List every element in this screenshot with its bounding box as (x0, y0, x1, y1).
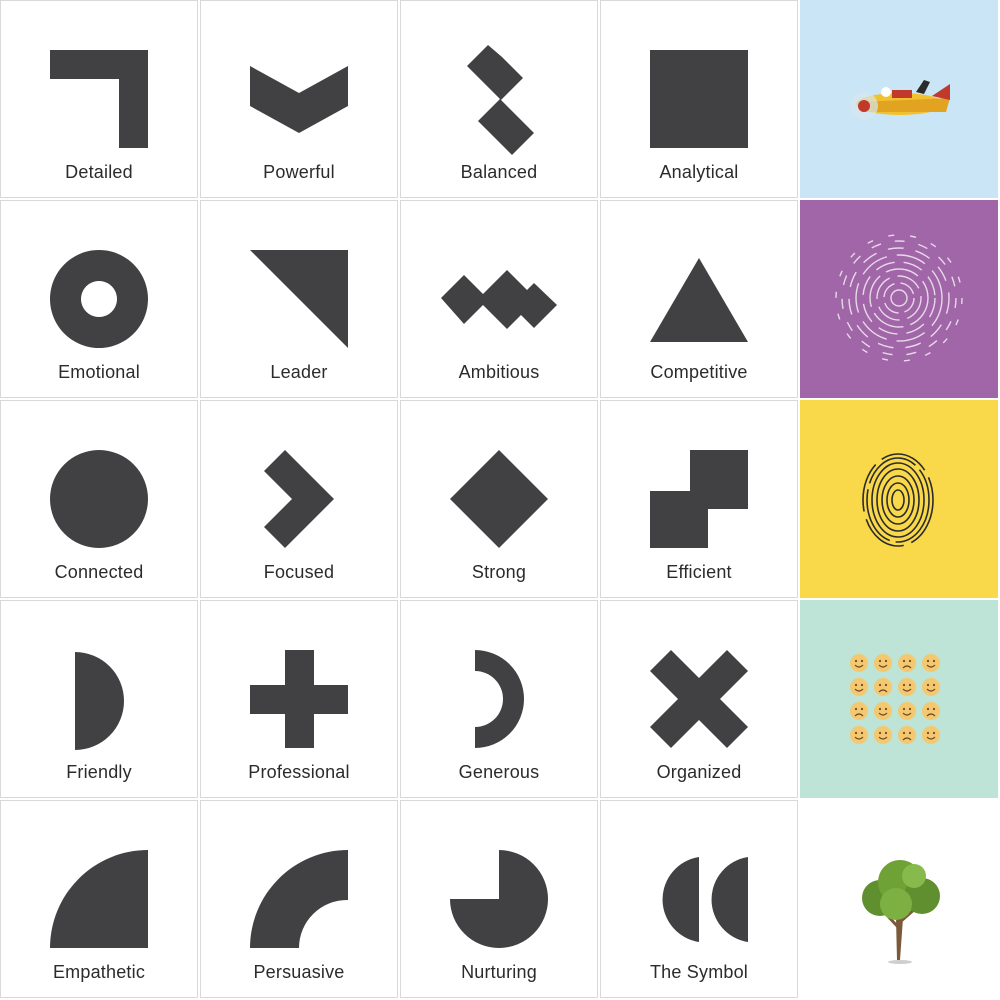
card-label: Emotional (58, 362, 140, 382)
photo-fingerprint[interactable] (800, 400, 1000, 598)
emoji-eye (926, 731, 930, 735)
card-organized[interactable]: Organized (600, 600, 798, 798)
emoji-face (850, 702, 868, 720)
emoji-eye (860, 659, 864, 663)
photo-airplane[interactable] (800, 0, 1000, 198)
photo-maze[interactable] (800, 200, 1000, 398)
emoji-eye (884, 731, 888, 735)
emoji-eye (878, 731, 882, 735)
emoji-eye (854, 731, 858, 735)
card-label: Connected (54, 562, 144, 582)
fingerprint-icon (800, 400, 998, 598)
emoji-eye (908, 683, 912, 687)
card-nurturing[interactable]: Nurturing (400, 800, 598, 998)
card-label: Powerful (263, 162, 335, 182)
emoji-eye (932, 683, 936, 687)
emoji-eye (884, 683, 888, 687)
emoji-face (850, 654, 868, 672)
emoji-eye (902, 731, 906, 735)
emoji-eye (902, 659, 906, 663)
emoji-eye (854, 707, 858, 711)
emoji-eye (932, 707, 936, 711)
card-label: Persuasive (253, 962, 345, 982)
emoji-face (898, 654, 916, 672)
emoji-face (898, 702, 916, 720)
card-strong[interactable]: Strong (400, 400, 598, 598)
card-label: Efficient (666, 562, 732, 582)
emoji-face (850, 726, 868, 744)
card-label: Empathetic (52, 962, 146, 982)
card-powerful[interactable]: Powerful (200, 0, 398, 198)
airplane-icon (800, 0, 998, 198)
emoji-face (874, 654, 892, 672)
emoji-eye (926, 683, 930, 687)
emoji-face (874, 726, 892, 744)
photo-emoji-faces[interactable] (800, 600, 1000, 798)
emoji-face (898, 726, 916, 744)
emoji-eye (902, 707, 906, 711)
emoji-eye (926, 659, 930, 663)
card-label: The Symbol (649, 962, 749, 982)
emoji-eye (932, 731, 936, 735)
emoji-eye (902, 683, 906, 687)
card-empathetic[interactable]: Empathetic (0, 800, 198, 998)
card-label: Focused (263, 562, 335, 582)
emoji-face (922, 702, 940, 720)
emoji-eye (932, 659, 936, 663)
emoji-face (898, 678, 916, 696)
card-generous[interactable]: Generous (400, 600, 598, 798)
emoji-face (922, 726, 940, 744)
tree-icon (800, 800, 998, 998)
card-balanced[interactable]: Balanced (400, 0, 598, 198)
card-label: Strong (471, 562, 527, 582)
emoji-eye (878, 707, 882, 711)
card-emotional[interactable]: Emotional (0, 200, 198, 398)
emoji-eye (926, 707, 930, 711)
card-label: Ambitious (458, 362, 540, 382)
card-competitive[interactable]: Competitive (600, 200, 798, 398)
card-label: Detailed (65, 162, 133, 182)
emoji-face (922, 678, 940, 696)
emoji-eye (878, 683, 882, 687)
card-label: Leader (270, 362, 328, 382)
emoji-eye (854, 659, 858, 663)
personality-shape-grid: Detailed Powerful Balanced Analytical Em… (0, 0, 1000, 1000)
card-label: Balanced (460, 162, 538, 182)
emoji-face (874, 702, 892, 720)
card-label: Organized (656, 762, 742, 782)
card-label: Nurturing (461, 962, 537, 982)
emoji-eye (860, 707, 864, 711)
card-label: Competitive (650, 362, 748, 382)
emoji-eye (908, 731, 912, 735)
photo-tree[interactable] (800, 800, 1000, 998)
card-connected[interactable]: Connected (0, 400, 198, 598)
emoji-faces-icon (800, 600, 998, 798)
card-persuasive[interactable]: Persuasive (200, 800, 398, 998)
emoji-face (850, 678, 868, 696)
card-analytical[interactable]: Analytical (600, 0, 798, 198)
card-label: Analytical (659, 162, 739, 182)
emoji-eye (854, 683, 858, 687)
card-label: Professional (248, 762, 350, 782)
emoji-eye (908, 707, 912, 711)
emoji-face (874, 678, 892, 696)
emoji-eye (884, 707, 888, 711)
emoji-eye (878, 659, 882, 663)
emoji-eye (908, 659, 912, 663)
card-the-symbol[interactable]: The Symbol (600, 800, 798, 998)
card-leader[interactable]: Leader (200, 200, 398, 398)
card-efficient[interactable]: Efficient (600, 400, 798, 598)
emoji-eye (860, 731, 864, 735)
card-ambitious[interactable]: Ambitious (400, 200, 598, 398)
card-label: Friendly (66, 762, 132, 782)
card-detailed[interactable]: Detailed (0, 0, 198, 198)
emoji-eye (860, 683, 864, 687)
maze-icon (800, 200, 998, 398)
card-professional[interactable]: Professional (200, 600, 398, 798)
emoji-eye (884, 659, 888, 663)
card-focused[interactable]: Focused (200, 400, 398, 598)
card-label: Generous (458, 762, 540, 782)
emoji-face (922, 654, 940, 672)
card-friendly[interactable]: Friendly (0, 600, 198, 798)
